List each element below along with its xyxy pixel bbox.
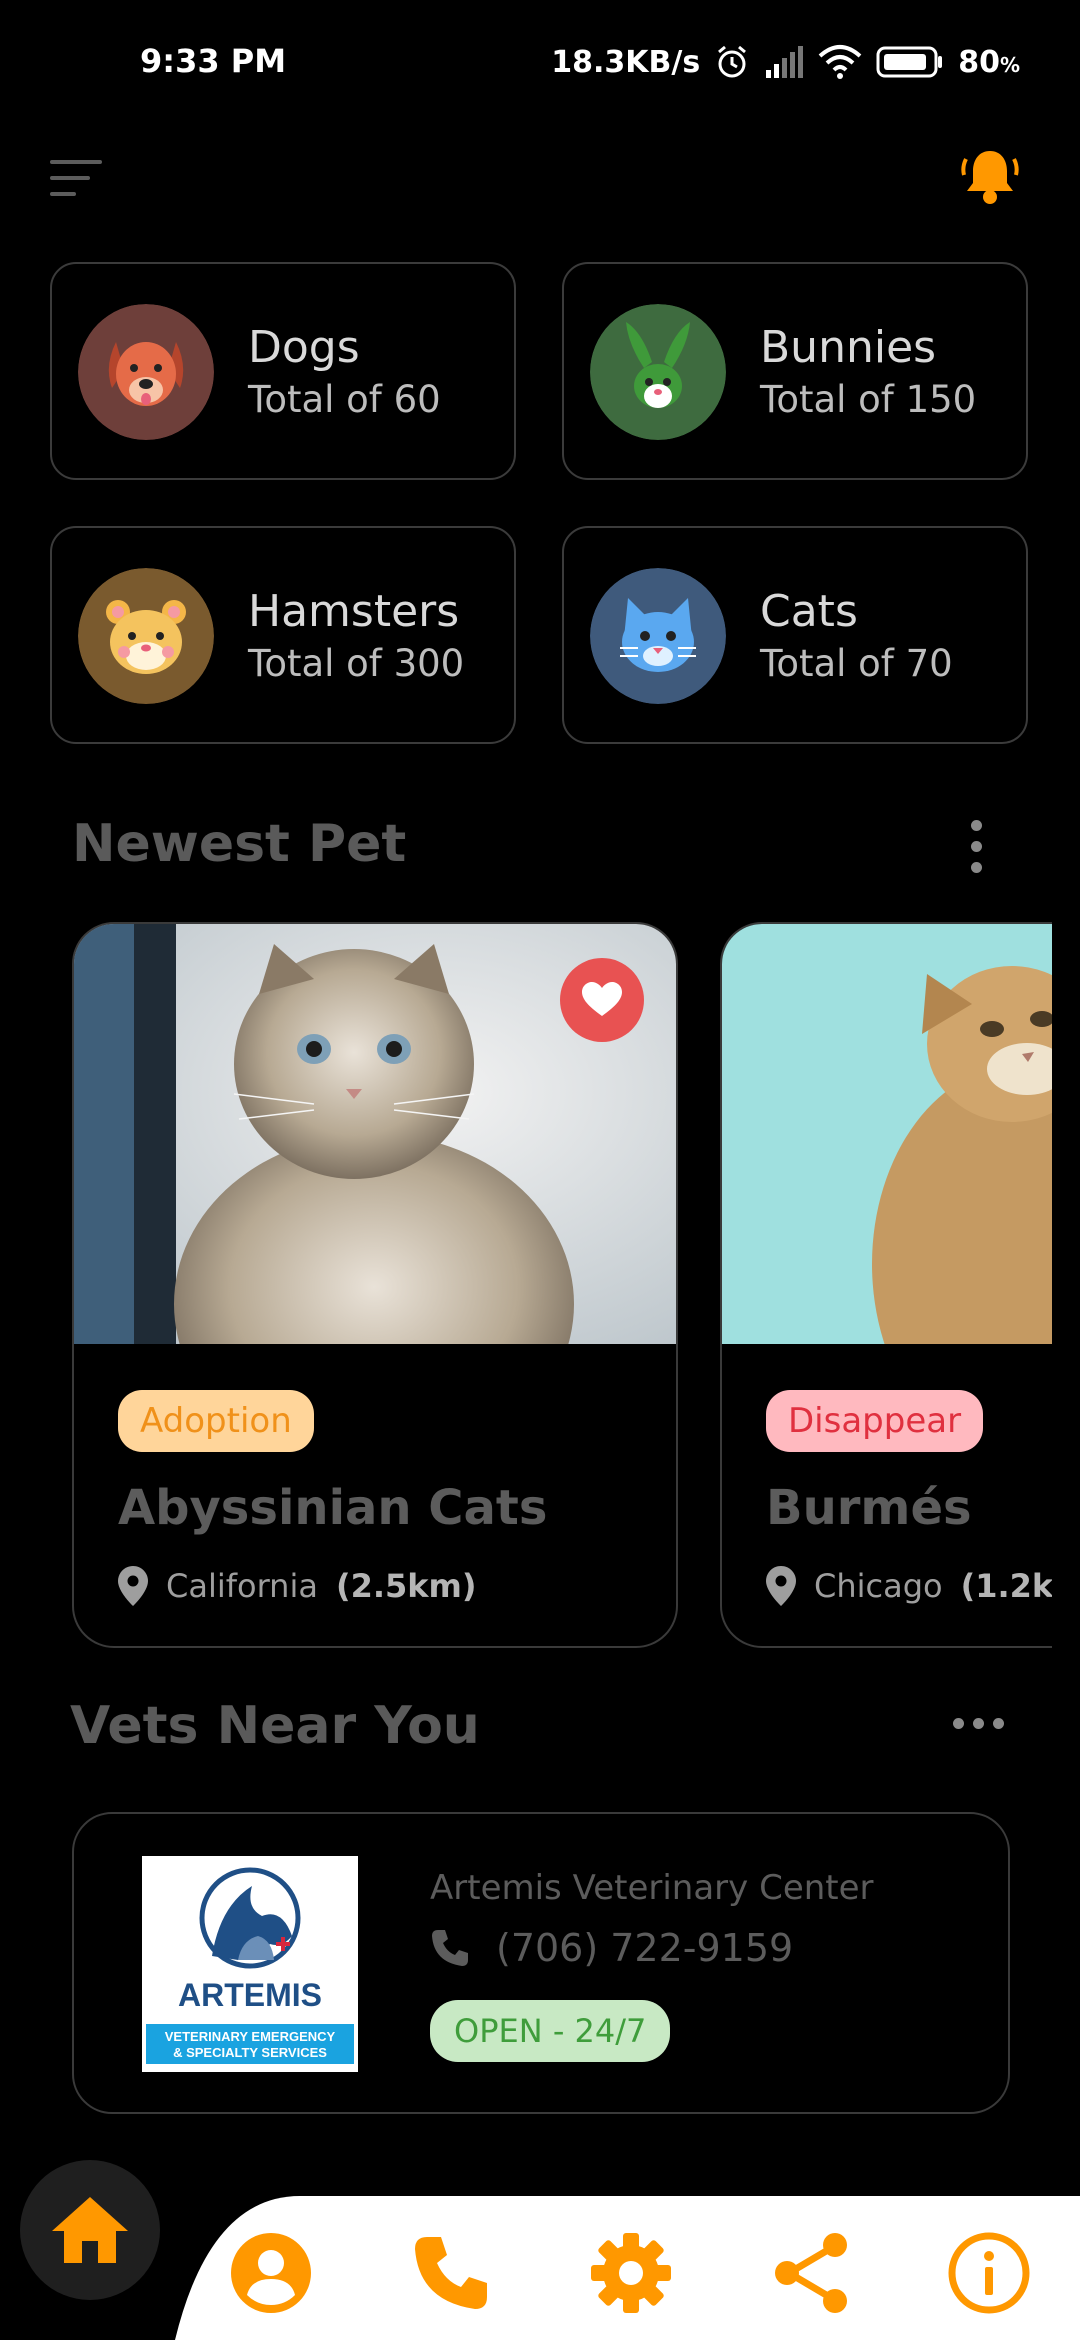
vet-logo: ARTEMIS VETERINARY EMERGENCY & SPECIALTY… xyxy=(142,1856,358,2072)
status-badge: OPEN - 24/7 xyxy=(430,2000,671,2062)
vet-logo-caption: & SPECIALTY SERVICES xyxy=(173,2045,327,2060)
pet-card-clip: Disappear Burmés Chicago (1.2kr xyxy=(720,922,1052,1648)
dog-icon xyxy=(78,304,214,440)
battery-value: 80 xyxy=(958,44,1000,80)
cat-icon xyxy=(590,568,726,704)
phone-icon xyxy=(432,1930,468,1966)
nav-settings-button[interactable] xyxy=(586,2228,676,2318)
location-name: Chicago xyxy=(814,1567,943,1605)
pet-card[interactable]: Adoption Abyssinian Cats California (2.5… xyxy=(72,922,678,1648)
bell-icon[interactable] xyxy=(960,145,1020,207)
signal-icon xyxy=(766,46,804,78)
category-title: Hamsters xyxy=(248,586,460,637)
nav-share-button[interactable] xyxy=(766,2228,856,2318)
pet-location: Chicago (1.2kr xyxy=(766,1564,1052,1608)
category-title: Cats xyxy=(760,586,858,637)
category-title: Bunnies xyxy=(760,322,937,373)
alarm-icon xyxy=(718,45,747,78)
nav-info-button[interactable] xyxy=(944,2228,1034,2318)
location-name: California xyxy=(166,1567,318,1605)
pet-card[interactable]: Disappear Burmés Chicago (1.2kr xyxy=(720,922,1052,1648)
hamster-icon xyxy=(78,568,214,704)
pet-name: Abyssinian Cats xyxy=(118,1480,548,1536)
pet-location: California (2.5km) xyxy=(118,1564,477,1608)
nav-phone-button[interactable] xyxy=(406,2228,496,2318)
favorite-button[interactable] xyxy=(560,958,644,1042)
network-speed: 18.3KB/s xyxy=(551,44,701,80)
battery-level: 80% xyxy=(958,45,1020,80)
location-pin-icon xyxy=(118,1566,148,1606)
wifi-icon xyxy=(818,45,862,79)
status-badge: Disappear xyxy=(766,1390,984,1452)
pet-name: Burmés xyxy=(766,1480,972,1536)
share-icon xyxy=(775,2233,847,2313)
category-card-dogs[interactable]: Dogs Total of 60 xyxy=(50,262,516,480)
vet-logo-text: ARTEMIS xyxy=(178,1977,322,2013)
sort-menu-icon[interactable] xyxy=(50,158,106,198)
location-distance: (1.2kr xyxy=(960,1567,1052,1605)
location-pin-icon xyxy=(766,1566,796,1606)
status-badge: Adoption xyxy=(118,1390,314,1452)
category-card-hamsters[interactable]: Hamsters Total of 300 xyxy=(50,526,516,744)
settings-icon xyxy=(591,2233,671,2313)
vet-name: Artemis Veterinary Center xyxy=(430,1868,874,1908)
more-vertical-icon[interactable] xyxy=(969,820,983,883)
category-count: Total of 300 xyxy=(248,642,465,685)
battery-unit: % xyxy=(999,52,1020,77)
category-count: Total of 150 xyxy=(760,378,977,421)
battery-icon xyxy=(876,46,943,78)
profile-icon xyxy=(231,2233,311,2313)
vet-logo-caption: VETERINARY EMERGENCY xyxy=(165,2029,336,2044)
vet-phone-row[interactable]: (706) 722-9159 xyxy=(430,1926,793,1970)
section-title-newest-pet: Newest Pet xyxy=(72,814,407,874)
more-horizontal-icon[interactable] xyxy=(953,1718,1004,1729)
location-distance: (2.5km) xyxy=(335,1567,477,1605)
status-icons: 18.3KB/s 80% xyxy=(551,40,1020,84)
category-card-cats[interactable]: Cats Total of 70 xyxy=(562,526,1028,744)
info-icon xyxy=(948,2232,1030,2314)
category-count: Total of 60 xyxy=(248,378,441,421)
status-time: 9:33 PM xyxy=(140,42,287,80)
category-count: Total of 70 xyxy=(760,642,953,685)
vet-phone: (706) 722-9159 xyxy=(496,1926,794,1970)
phone-icon xyxy=(415,2237,487,2309)
category-title: Dogs xyxy=(248,322,360,373)
vet-card[interactable]: ARTEMIS VETERINARY EMERGENCY & SPECIALTY… xyxy=(72,1812,1010,2114)
bunny-icon xyxy=(590,304,726,440)
nav-profile-button[interactable] xyxy=(226,2228,316,2318)
home-icon xyxy=(52,2197,128,2263)
category-card-bunnies[interactable]: Bunnies Total of 150 xyxy=(562,262,1028,480)
nav-home-button[interactable] xyxy=(20,2160,160,2300)
pet-photo xyxy=(722,924,1052,1344)
bottom-nav xyxy=(175,2196,1080,2340)
section-title-vets: Vets Near You xyxy=(70,1696,480,1756)
heart-icon xyxy=(582,982,622,1016)
